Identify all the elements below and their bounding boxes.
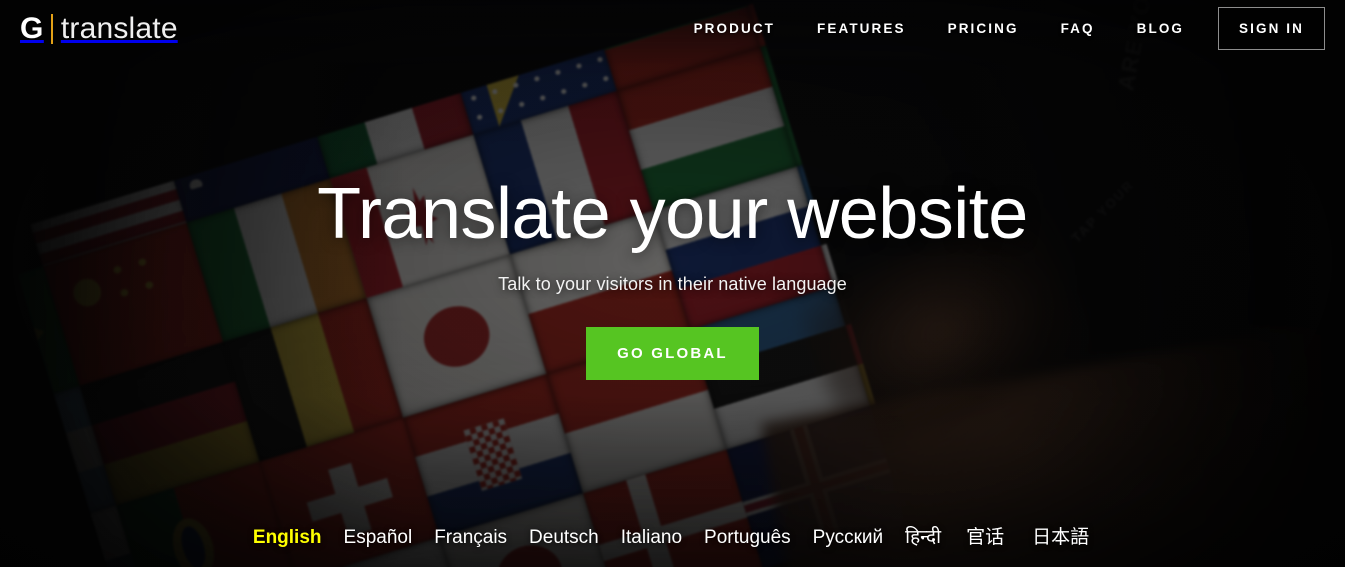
sign-in-button[interactable]: SIGN IN [1218,7,1325,50]
brand-logo[interactable]: G translate [20,11,178,45]
language-option-espanol[interactable]: Español [344,527,413,549]
language-option-hindi[interactable]: हिन्दी [905,523,941,549]
page-root: ARE YOU TAP YOUR G translate PRODUCT FEA… [0,0,1345,567]
main-navigation: PRODUCT FEATURES PRICING FAQ BLOG SIGN I… [694,7,1345,50]
logo-g-mark: G [20,11,44,45]
language-option-portugues[interactable]: Português [704,527,791,549]
language-option-francais[interactable]: Français [434,527,507,549]
hero-section: Translate your website Talk to your visi… [0,0,1345,567]
nav-item-features[interactable]: FEATURES [817,21,906,36]
hero-subtitle: Talk to your visitors in their native la… [498,274,847,294]
language-option-russian[interactable]: Русский [813,527,884,549]
nav-item-blog[interactable]: BLOG [1137,21,1184,36]
language-option-english[interactable]: English [253,527,322,549]
nav-item-faq[interactable]: FAQ [1061,21,1095,36]
logo-divider-bar [50,13,53,44]
nav-item-product[interactable]: PRODUCT [694,21,775,36]
language-switcher: English Español Français Deutsch Italian… [0,522,1345,549]
page-title: Translate your website [317,174,1028,254]
language-option-deutsch[interactable]: Deutsch [529,527,599,549]
site-header: G translate PRODUCT FEATURES PRICING FAQ… [0,0,1345,57]
language-option-chinese[interactable]: 官话 [966,522,1004,549]
nav-item-pricing[interactable]: PRICING [948,21,1019,36]
logo-wordmark: translate [60,11,178,45]
language-option-italiano[interactable]: Italiano [621,527,682,549]
go-global-button[interactable]: GO GLOBAL [586,327,759,380]
language-option-japanese[interactable]: 日本語 [1032,522,1089,549]
